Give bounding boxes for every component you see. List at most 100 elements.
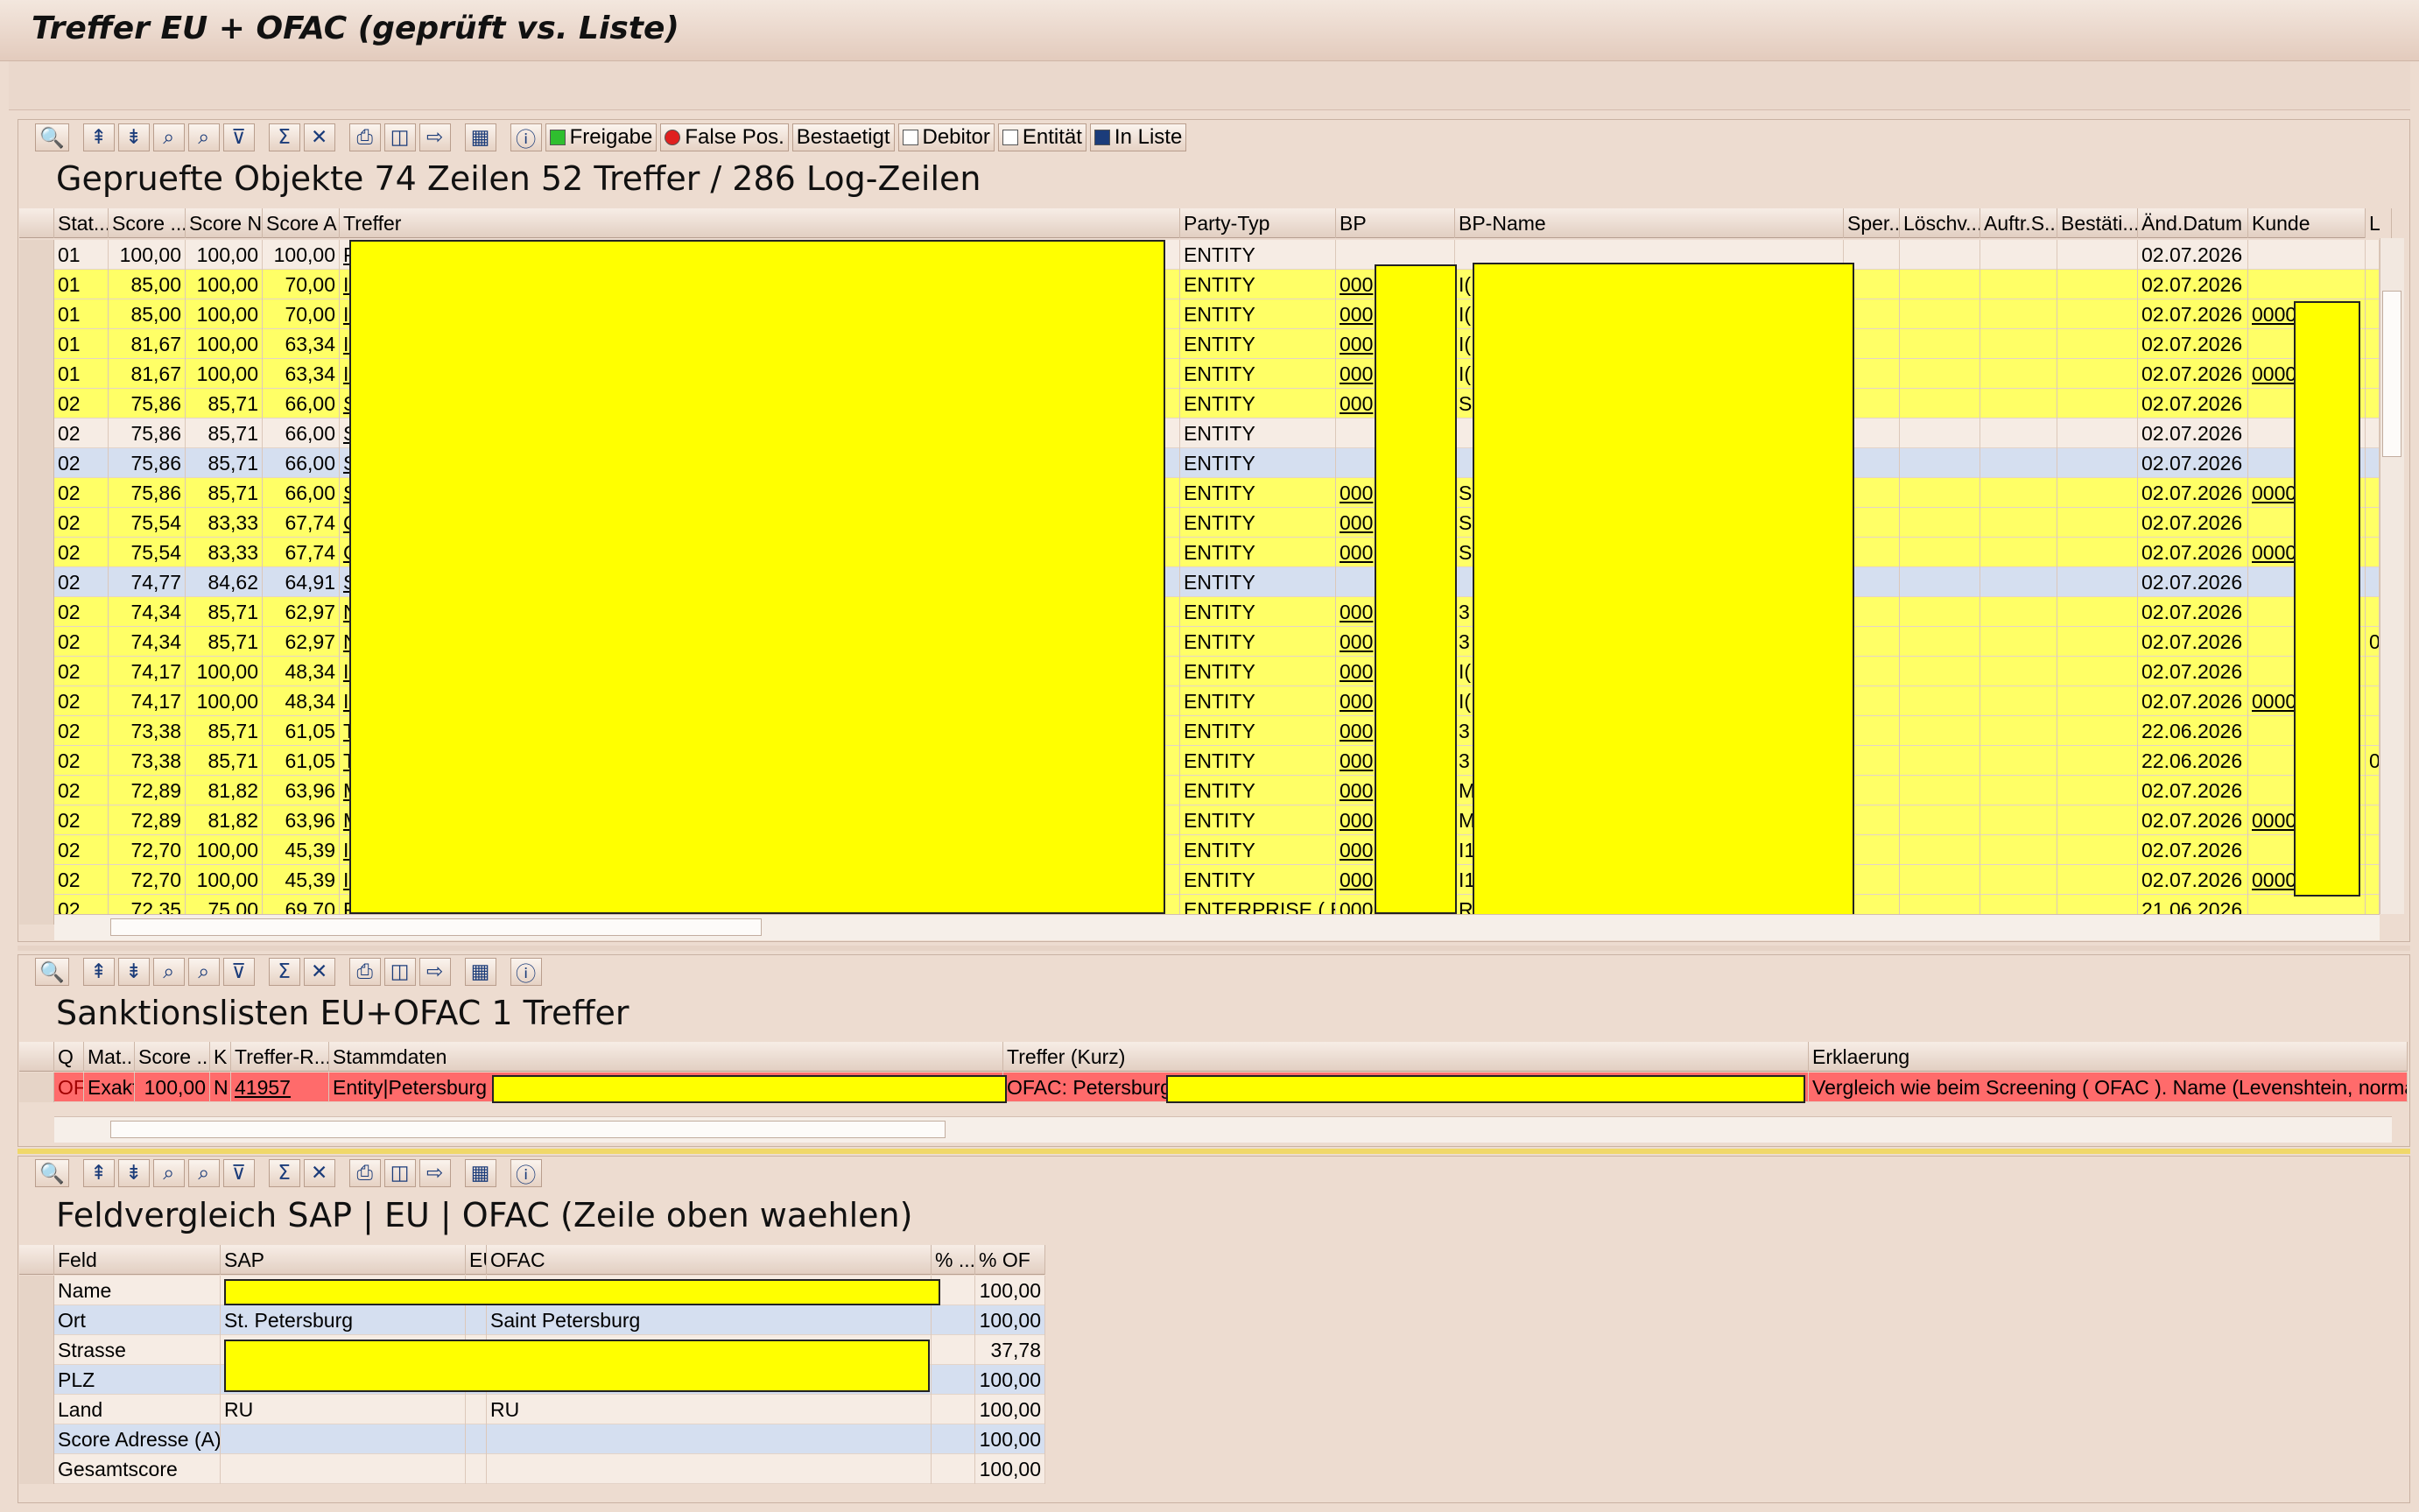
row-selector[interactable] <box>19 865 54 895</box>
layout-icon[interactable]: ▦ <box>464 1159 496 1187</box>
column-header-l[interactable]: L <box>2366 208 2392 238</box>
column-header-sap[interactable]: SAP <box>221 1245 466 1275</box>
row-selector[interactable] <box>19 418 54 448</box>
column-header-q[interactable]: Q <box>54 1042 84 1072</box>
column-header-mat[interactable]: Mat... <box>84 1042 135 1072</box>
column-header-loesch[interactable]: Löschv... <box>1900 208 1980 238</box>
table-row[interactable]: Land RU RU 100,00 <box>19 1395 1045 1424</box>
sort-asc-icon[interactable]: ⇞ <box>82 1159 115 1187</box>
find-next-icon[interactable]: ⌕ <box>187 123 220 151</box>
scroll-thumb[interactable] <box>110 918 762 936</box>
find-next-icon[interactable]: ⌕ <box>187 1159 220 1187</box>
details-icon[interactable]: 🔍 <box>35 1159 69 1187</box>
column-header-treffer[interactable]: Treffer <box>340 208 1180 238</box>
reference-link[interactable]: 41957 <box>231 1072 329 1102</box>
top-horizontal-scrollbar[interactable] <box>54 914 2380 940</box>
sort-desc-icon[interactable]: ⇟ <box>117 123 150 151</box>
info-icon[interactable]: ⓘ <box>510 1159 542 1187</box>
sum-icon[interactable]: Σ <box>268 123 300 151</box>
row-selector[interactable] <box>19 805 54 835</box>
column-header-bpname[interactable]: BP-Name <box>1455 208 1844 238</box>
layout-icon[interactable]: ▦ <box>464 123 496 151</box>
export-icon[interactable]: ⇨ <box>418 1159 451 1187</box>
column-header-stamm[interactable]: Stammdaten <box>329 1042 1003 1072</box>
row-selector[interactable] <box>19 1395 54 1424</box>
row-selector[interactable] <box>19 657 54 686</box>
details-icon[interactable]: 🔍 <box>35 958 69 986</box>
row-selector[interactable] <box>19 1305 54 1335</box>
row-selector[interactable] <box>19 835 54 865</box>
info-icon[interactable]: ⓘ <box>510 958 542 986</box>
row-selector[interactable] <box>19 567 54 597</box>
column-header-pct[interactable]: % ... <box>932 1245 975 1275</box>
row-selector[interactable] <box>19 508 54 538</box>
column-header-score_n[interactable]: Score N <box>186 208 263 238</box>
kunde-cell[interactable] <box>2248 240 2366 270</box>
column-header-ofac[interactable]: OFAC <box>487 1245 932 1275</box>
subtotal-icon[interactable]: ✕ <box>303 1159 335 1187</box>
row-selector[interactable] <box>19 1335 54 1365</box>
row-selector[interactable] <box>19 359 54 389</box>
print-icon[interactable]: ⎙ <box>348 958 381 986</box>
column-header-ref[interactable]: Treffer-R... <box>231 1042 329 1072</box>
scroll-thumb[interactable] <box>2382 291 2401 457</box>
table-row[interactable]: Score Adresse (A) 100,00 <box>19 1424 1045 1454</box>
row-selector[interactable] <box>19 597 54 627</box>
find-icon[interactable]: ⌕ <box>152 123 185 151</box>
freigabe-button[interactable]: Freigabe <box>545 123 657 151</box>
filter-icon[interactable]: ⊽ <box>222 123 255 151</box>
column-header-sper[interactable]: Sper... <box>1844 208 1900 238</box>
entitaet-button[interactable]: Entität <box>997 123 1086 151</box>
false-pos-button[interactable]: False Pos. <box>660 123 789 151</box>
row-selector[interactable] <box>19 299 54 329</box>
sum-icon[interactable]: Σ <box>268 1159 300 1187</box>
kunde-cell[interactable] <box>2248 270 2366 299</box>
row-selector[interactable] <box>19 240 54 270</box>
row-selector[interactable] <box>19 329 54 359</box>
column-header-eu[interactable]: EU <box>466 1245 487 1275</box>
filter-icon[interactable]: ⊽ <box>222 1159 255 1187</box>
layout-settings-icon[interactable] <box>19 1042 54 1072</box>
column-header-auftr[interactable]: Auftr.S... <box>1980 208 2057 238</box>
layout-icon[interactable]: ▦ <box>464 958 496 986</box>
row-selector[interactable] <box>19 1454 54 1484</box>
layout-settings-icon[interactable] <box>19 208 54 238</box>
column-header-bp[interactable]: BP <box>1336 208 1455 238</box>
find-next-icon[interactable]: ⌕ <box>187 958 220 986</box>
table-row[interactable]: Gesamtscore 100,00 <box>19 1454 1045 1484</box>
print-icon[interactable]: ⎙ <box>348 1159 381 1187</box>
sort-desc-icon[interactable]: ⇟ <box>117 958 150 986</box>
column-header-score[interactable]: Score ... <box>135 1042 210 1072</box>
row-selector[interactable] <box>19 478 54 508</box>
middle-horizontal-scrollbar[interactable] <box>54 1116 2392 1143</box>
row-selector[interactable] <box>19 1365 54 1395</box>
table-row[interactable]: Ort St. Petersburg Saint Petersburg 100,00 <box>19 1305 1045 1335</box>
column-header-kunde[interactable]: Kunde <box>2248 208 2366 238</box>
sort-asc-icon[interactable]: ⇞ <box>82 958 115 986</box>
row-selector[interactable] <box>19 776 54 805</box>
sort-asc-icon[interactable]: ⇞ <box>82 123 115 151</box>
scroll-thumb[interactable] <box>110 1121 946 1138</box>
find-icon[interactable]: ⌕ <box>152 958 185 986</box>
row-selector[interactable] <box>19 1424 54 1454</box>
column-header-score_a[interactable]: Score A <box>263 208 340 238</box>
splitter[interactable] <box>18 1149 2410 1154</box>
column-header-score[interactable]: Score ... <box>109 208 186 238</box>
details-icon[interactable]: 🔍 <box>35 123 69 151</box>
column-header-party[interactable]: Party-Typ <box>1180 208 1336 238</box>
row-selector[interactable] <box>19 716 54 746</box>
row-selector[interactable] <box>19 686 54 716</box>
row-selector[interactable] <box>19 448 54 478</box>
splitter[interactable] <box>18 946 2410 951</box>
row-selector[interactable] <box>19 1072 54 1102</box>
column-header-best[interactable]: Bestäti... <box>2057 208 2138 238</box>
filter-icon[interactable]: ⊽ <box>222 958 255 986</box>
row-selector[interactable] <box>19 389 54 418</box>
print-icon[interactable]: ⎙ <box>348 123 381 151</box>
row-selector[interactable] <box>19 1276 54 1305</box>
column-header-stat[interactable]: Stat... <box>54 208 109 238</box>
views-icon[interactable]: ◫ <box>383 958 416 986</box>
subtotal-icon[interactable]: ✕ <box>303 958 335 986</box>
info-icon[interactable]: ⓘ <box>510 123 542 151</box>
layout-settings-icon[interactable] <box>19 1245 54 1275</box>
